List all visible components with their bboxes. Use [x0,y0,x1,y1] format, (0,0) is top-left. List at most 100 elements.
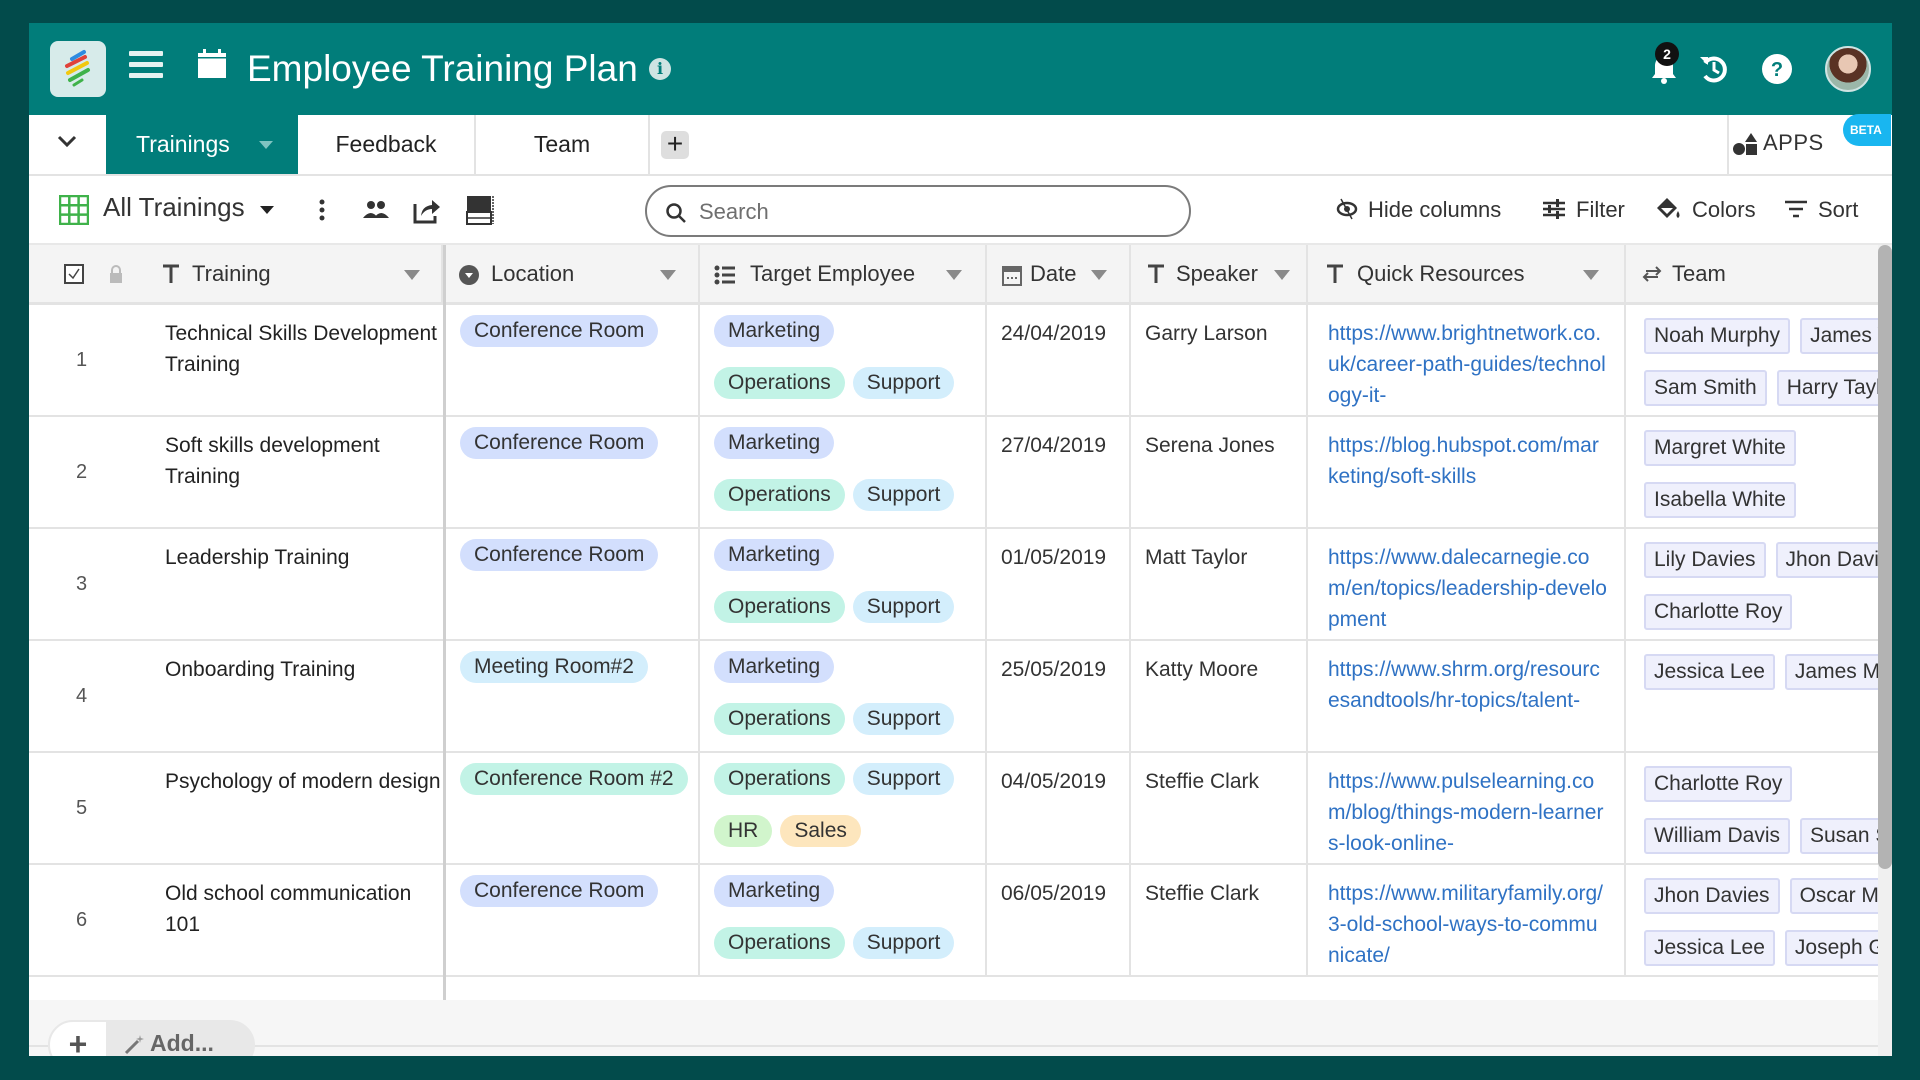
cell-location[interactable]: Conference Room [446,417,700,527]
vertical-scrollbar[interactable] [1878,245,1892,1056]
colors-button[interactable]: Colors [1656,193,1756,227]
more-options-icon[interactable] [317,194,327,226]
resource-link[interactable]: https://blog.hubspot.com/marketing/soft-… [1328,430,1608,526]
cell-team[interactable]: Margret White Isabella White [1626,417,1878,527]
team-member-chip[interactable]: William Davis [1644,818,1790,854]
team-member-chip[interactable]: James Moore [1784,654,1878,690]
column-header-target-employee[interactable]: Target Employee [700,245,987,305]
table-row[interactable]: 1 Technical Skills Development Training Co… [29,305,1878,417]
column-menu-caret[interactable] [660,270,676,280]
column-menu-caret[interactable] [1091,270,1107,280]
tab-feedback[interactable]: Feedback [298,115,476,174]
target-tag[interactable]: Marketing [714,651,835,683]
cell-date[interactable]: 25/05/2019 [987,641,1131,751]
tab-team[interactable]: Team [476,115,650,174]
target-tag[interactable]: Support [852,927,955,959]
cell-date[interactable]: 04/05/2019 [987,753,1131,863]
target-tag[interactable]: HR [714,815,773,847]
cell-location[interactable]: Conference Room #2 [446,753,700,863]
target-tag[interactable]: Sales [780,815,861,847]
cell-target[interactable]: Marketing Operations Support [700,417,987,527]
sort-button[interactable]: Sort [1784,193,1858,227]
team-member-chip[interactable]: Jessica Lee [1644,930,1775,966]
column-header-quick-resources[interactable]: Quick Resources [1308,245,1626,305]
target-tag[interactable]: Support [852,703,955,735]
search-input[interactable] [699,197,1169,227]
logo-icon[interactable] [50,41,106,97]
resource-link[interactable]: https://www.dalecarnegie.com/en/topics/l… [1328,542,1608,638]
cell-speaker[interactable]: Garry Larson [1131,305,1308,415]
cell-date[interactable]: 27/04/2019 [987,417,1131,527]
help-icon[interactable]: ? [1759,51,1795,87]
cell-team[interactable]: Charlotte Roy William Davis Susan S [1626,753,1878,863]
table-row[interactable]: 3 Leadership Training Conference Room Marke… [29,529,1878,641]
column-menu-caret[interactable] [1583,270,1599,280]
search-box[interactable] [645,185,1191,237]
column-header-team[interactable]: Team [1626,245,1878,305]
cell-speaker[interactable]: Steffie Clark [1131,865,1308,975]
cell-resource[interactable]: https://blog.hubspot.com/marketing/soft-… [1308,417,1626,527]
cell-resource[interactable]: https://www.brightnetwork.co.uk/career-p… [1308,305,1626,415]
cell-team[interactable]: Jessica LeeJames Moore [1626,641,1878,751]
scrollbar-thumb[interactable] [1878,245,1892,869]
add-row-button[interactable]: + Add... [48,1020,255,1056]
view-selector[interactable]: All Trainings [103,192,245,223]
location-tag[interactable]: Meeting Room#2 [460,651,648,683]
caret-down-icon[interactable] [260,206,274,214]
cell-training[interactable]: 6 Old school communication 101 [29,865,443,975]
row-height-icon[interactable] [465,194,495,226]
target-tag[interactable]: Support [852,763,955,795]
cell-target[interactable]: Marketing Operations Support [700,641,987,751]
team-member-chip[interactable]: Charlotte Roy [1644,594,1793,630]
cell-location[interactable]: Conference Room [446,865,700,975]
location-tag[interactable]: Conference Room [460,875,659,907]
add-table-button[interactable]: + [661,130,689,159]
resource-link[interactable]: https://www.brightnetwork.co.uk/career-p… [1328,318,1608,414]
cell-date[interactable]: 06/05/2019 [987,865,1131,975]
column-header-location[interactable]: Location [446,245,700,305]
column-header-date[interactable]: Date [987,245,1131,305]
cell-resource[interactable]: https://www.pulselearning.com/blog/thing… [1308,753,1626,863]
target-tag[interactable]: Operations [714,479,845,511]
cell-training[interactable]: 3 Leadership Training [29,529,443,639]
filter-button[interactable]: Filter [1542,193,1625,227]
share-users-icon[interactable] [362,194,390,226]
team-member-chip[interactable]: Lily Davies [1644,542,1766,578]
team-member-chip[interactable]: Noah Murphy [1644,318,1791,354]
cell-training[interactable]: 5 Psychology of modern design [29,753,443,863]
target-tag[interactable]: Support [852,479,955,511]
location-tag[interactable]: Conference Room [460,427,659,459]
target-tag[interactable]: Support [852,367,955,399]
history-icon[interactable] [1696,51,1732,87]
cell-resource[interactable]: https://www.militaryfamily.org/3-old-sch… [1308,865,1626,975]
location-tag[interactable]: Conference Room [460,315,659,347]
team-member-chip[interactable]: Joseph Ga [1784,930,1878,966]
tab-trainings[interactable]: Trainings [106,115,298,174]
cell-team[interactable]: Lily DaviesJhon Davies Charlotte Roy [1626,529,1878,639]
table-row[interactable]: 4 Onboarding Training Meeting Room#2 Market… [29,641,1878,753]
cell-training[interactable]: 2 Soft skills development Training [29,417,443,527]
avatar[interactable] [1825,46,1871,92]
resource-link[interactable]: https://www.shrm.org/resourcesandtools/h… [1328,654,1608,750]
info-icon[interactable]: i [649,58,671,80]
table-row[interactable]: 5 Psychology of modern design Conference R… [29,753,1878,865]
location-tag[interactable]: Conference Room #2 [460,763,688,795]
cell-team[interactable]: Noah MurphyJames W Sam SmithHarry Taylor [1626,305,1878,415]
export-icon[interactable] [412,194,442,226]
team-member-chip[interactable]: Oscar Miller [1789,878,1878,914]
column-menu-caret[interactable] [946,270,962,280]
team-member-chip[interactable]: Sam Smith [1644,370,1767,406]
target-tag[interactable]: Marketing [714,875,835,907]
frozen-column-divider[interactable] [443,245,446,1056]
target-tag[interactable]: Marketing [714,427,835,459]
cell-speaker[interactable]: Serena Jones [1131,417,1308,527]
team-member-chip[interactable]: Jhon Davies [1644,878,1780,914]
cell-training[interactable]: 4 Onboarding Training [29,641,443,751]
team-member-chip[interactable]: Harry Taylor [1776,370,1878,406]
column-header-speaker[interactable]: Speaker [1131,245,1308,305]
target-tag[interactable]: Operations [714,591,845,623]
cell-target[interactable]: Operations Support HR Sales [700,753,987,863]
column-menu-caret[interactable] [404,270,420,280]
plus-icon[interactable]: + [48,1020,108,1056]
cell-resource[interactable]: https://www.dalecarnegie.com/en/topics/l… [1308,529,1626,639]
